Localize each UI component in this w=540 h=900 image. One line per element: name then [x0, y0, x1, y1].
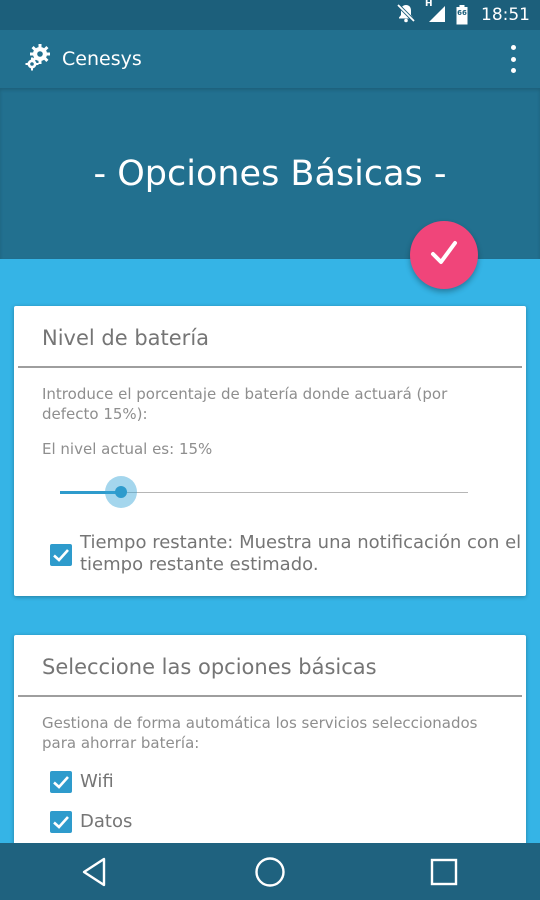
- battery-level-slider[interactable]: [14, 470, 526, 514]
- option-wifi[interactable]: Wifi: [14, 771, 526, 793]
- overflow-menu-icon[interactable]: [508, 45, 518, 73]
- remaining-time-option[interactable]: Tiempo restante: Muestra una notificació…: [14, 532, 526, 576]
- battery-label: 66: [457, 9, 467, 17]
- status-bar: H 66 18:51: [0, 0, 540, 30]
- recents-button[interactable]: [414, 843, 474, 900]
- checkmark-icon: [53, 549, 69, 562]
- home-icon: [255, 856, 285, 887]
- options-card-title: Seleccione las opciones básicas: [42, 655, 377, 679]
- wifi-checkbox[interactable]: [50, 771, 72, 793]
- wifi-label: Wifi: [80, 771, 114, 792]
- status-time: 18:51: [481, 5, 530, 25]
- options-card-description: Gestiona de forma automática los servici…: [42, 714, 478, 752]
- notifications-off-icon: [396, 3, 416, 27]
- check-icon: [429, 238, 459, 272]
- basic-options-card: Seleccione las opciones básicas Gestiona…: [14, 635, 526, 850]
- page-title: - Opciones Básicas -: [93, 153, 447, 194]
- gears-icon: [24, 43, 52, 75]
- signal-icon: H: [425, 0, 447, 27]
- back-button[interactable]: [64, 843, 124, 900]
- back-icon: [82, 857, 106, 886]
- current-level-text: El nivel actual es: 15%: [42, 440, 213, 458]
- battery-card-title: Nivel de batería: [42, 326, 210, 350]
- signal-label: H: [425, 0, 433, 9]
- checkmark-icon: [53, 776, 69, 789]
- app-bar: Cenesys: [0, 30, 540, 88]
- remaining-time-label: Tiempo restante: Muestra una notificació…: [80, 532, 522, 575]
- checkmark-icon: [53, 816, 69, 829]
- datos-checkbox[interactable]: [50, 811, 72, 833]
- option-datos[interactable]: Datos: [14, 811, 526, 833]
- home-button[interactable]: [240, 843, 300, 900]
- battery-card-description: Introduce el porcentaje de batería donde…: [42, 385, 448, 423]
- datos-label: Datos: [80, 811, 133, 832]
- navigation-bar: [0, 843, 540, 900]
- recents-icon: [430, 858, 458, 885]
- remaining-time-checkbox[interactable]: [50, 544, 72, 566]
- app-title: Cenesys: [62, 48, 142, 70]
- confirm-fab-button[interactable]: [410, 221, 478, 289]
- battery-level-card: Nivel de batería Introduce el porcentaje…: [14, 306, 526, 596]
- battery-icon: 66: [456, 5, 468, 25]
- status-icons: H 66 18:51: [396, 0, 530, 27]
